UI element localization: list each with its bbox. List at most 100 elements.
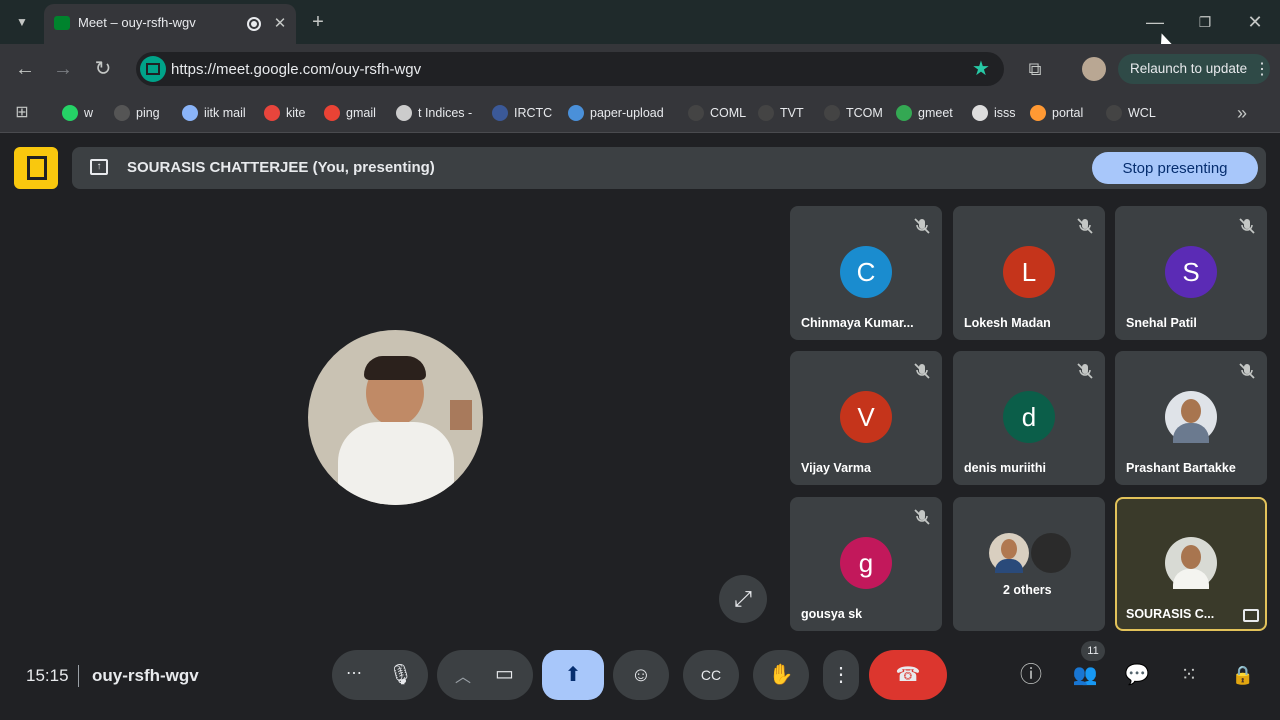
leave-call-button[interactable]: ☎ [869,650,947,700]
bookmark-item[interactable]: paper-upload [568,102,664,124]
host-controls-lock-icon[interactable]: 🔒 [1228,660,1258,690]
participant-tile[interactable]: V Vijay Varma [790,351,942,485]
reload-icon[interactable]: ↻ [88,54,118,84]
bookmark-item[interactable]: t Indices - [396,102,472,124]
bookmark-item[interactable]: TVT [758,102,804,124]
participant-tile[interactable]: L Lokesh Madan [953,206,1105,340]
chat-icon[interactable]: 💬 [1122,660,1152,690]
video-controls: ︿ ▭ [437,650,533,700]
bookmark-item[interactable]: TCOM [824,102,883,124]
browser-tab-strip: ▼ Meet – ouy-rsfh-wgv ✕ + — ❐ ✕ [0,0,1280,49]
bookmark-label: t Indices - [418,106,473,120]
bookmark-item[interactable]: gmeet [896,102,953,124]
participant-name: Snehal Patil [1126,316,1197,330]
participant-name: SOURASIS C... [1126,607,1215,621]
profile-avatar[interactable] [1082,57,1106,81]
participant-tile[interactable]: SOURASIS C... [1115,497,1267,631]
browser-tab-meet[interactable]: Meet – ouy-rsfh-wgv ✕ [44,4,296,44]
bookmark-star-icon[interactable]: ★ [966,54,996,84]
more-menu-icon[interactable]: ⋮ [1254,59,1270,79]
bookmark-item[interactable]: gmail [324,102,376,124]
raise-hand-icon[interactable]: ✋ [753,650,809,700]
bookmark-favicon-icon [1030,105,1046,121]
participant-name: gousya sk [801,607,863,621]
participant-avatar [1165,391,1217,443]
bookmark-item[interactable]: w [62,102,93,124]
bookmark-label: iitk mail [204,106,246,120]
divider [78,665,79,687]
participant-name: denis muriithi [964,461,1046,475]
relaunch-button[interactable]: Relaunch to update ⋮ [1118,54,1270,84]
participant-avatar [1165,537,1217,589]
participant-avatar: C [840,246,892,298]
participant-tile[interactable]: 2 others [953,497,1105,631]
bookmark-item[interactable]: IRCTC [492,102,552,124]
participant-tile[interactable]: S Snehal Patil [1115,206,1267,340]
participant-tile[interactable]: g gousya sk [790,497,942,631]
meeting-info-icon[interactable]: ⓘ [1016,660,1046,690]
bookmark-favicon-icon [896,105,912,121]
bookmark-favicon-icon [62,105,78,121]
picture-in-picture-icon[interactable] [1243,609,1259,622]
camera-icon[interactable]: ▭ [495,661,514,686]
participant-tile[interactable]: C Chinmaya Kumar... [790,206,942,340]
bookmark-label: WCL [1128,106,1156,120]
participant-avatar: g [840,537,892,589]
microphone-muted-icon [1237,361,1257,381]
bookmark-label: w [84,106,94,120]
url-text: https://meet.google.com/ouy-rsfh-wgv [171,61,422,78]
audio-controls: ⋯ 🎙 [332,650,428,700]
bookmark-item[interactable]: iitk mail [182,102,246,124]
bookmark-label: gmail [346,106,376,120]
address-bar[interactable]: https://meet.google.com/ouy-rsfh-wgv ★ [136,52,1004,86]
bookmark-item[interactable]: isss [972,102,1016,124]
restore-window-icon[interactable]: ❐ [1190,7,1220,37]
video-options-icon[interactable]: ︿ [455,663,471,687]
meeting-code: ouy-rsfh-wgv [92,666,199,685]
bookmark-item[interactable]: portal [1030,102,1083,124]
close-window-icon[interactable]: ✕ [1240,7,1270,37]
emoji-reactions-icon[interactable]: ☺ [613,650,669,700]
audio-options-icon[interactable]: ⋯ [346,663,362,683]
bookmark-favicon-icon [824,105,840,121]
participant-avatar: V [840,391,892,443]
bookmark-item[interactable]: ping [114,102,160,124]
more-bookmarks-icon[interactable]: » [1228,98,1256,128]
present-now-button[interactable]: ⬆ [542,650,604,700]
microphone-muted-icon [1237,216,1257,236]
meeting-time: 15:15 [26,666,69,685]
bookmark-label: portal [1052,106,1084,120]
bookmark-label: IRCTC [514,106,553,120]
close-tab-icon[interactable]: ✕ [270,9,290,39]
participant-name: Vijay Varma [801,461,871,475]
people-icon[interactable]: 👥 [1068,660,1102,690]
more-options-icon[interactable]: ⋮ [823,650,859,700]
bookmark-item[interactable]: kite [264,102,305,124]
participant-tile[interactable]: Prashant Bartakke [1115,351,1267,485]
captions-icon[interactable]: CC [683,650,739,700]
recording-indicator-icon [247,17,261,31]
expand-icon[interactable]: ⤢ [719,575,767,623]
bookmark-item[interactable]: WCL [1106,102,1156,124]
tab-search-icon[interactable]: ▼ [8,7,36,37]
bookmark-label: isss [994,106,1016,120]
activities-grid-icon[interactable]: ⁙ [1174,660,1204,690]
bookmark-favicon-icon [758,105,774,121]
bookmark-item[interactable]: COML [688,102,746,124]
bookmark-favicon-icon [492,105,508,121]
new-tab-icon[interactable]: + [304,7,332,37]
extensions-icon[interactable]: ⧉ [1020,54,1050,84]
bookmark-favicon-icon [264,105,280,121]
bookmark-label: TVT [780,106,804,120]
meet-companion-logo-icon[interactable] [14,147,58,189]
microphone-muted-icon [1075,361,1095,381]
microphone-icon[interactable]: 🎙 [388,662,413,687]
stop-presenting-button[interactable]: Stop presenting [1092,152,1258,184]
participant-name: 2 others [1003,583,1052,597]
site-info-icon[interactable] [140,56,166,82]
apps-grid-icon[interactable]: ⊞ [8,98,36,128]
participant-tile[interactable]: d denis muriithi [953,351,1105,485]
bookmark-favicon-icon [182,105,198,121]
back-icon[interactable]: ← [10,54,40,84]
forward-icon[interactable]: → [48,54,78,84]
